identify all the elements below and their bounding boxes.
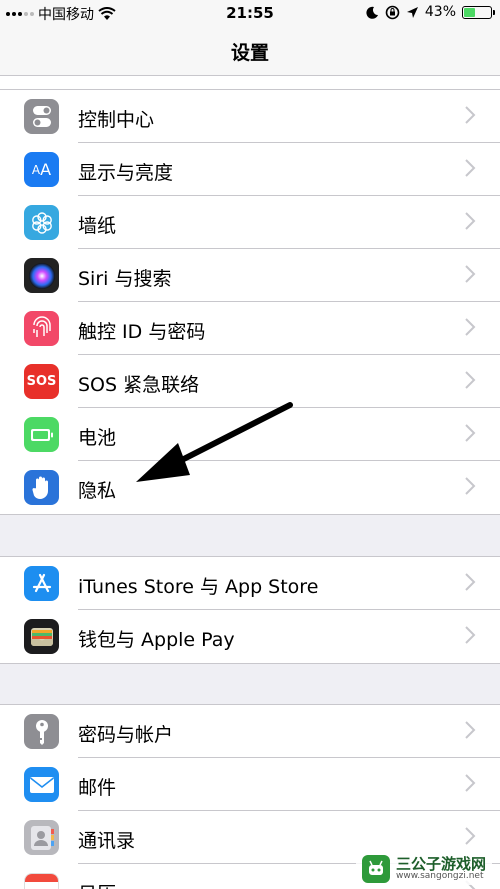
chevron-right-icon [465,159,476,177]
chevron-right-icon [465,721,476,739]
battery-icon [24,417,59,452]
rotation-lock-icon [385,5,400,19]
row-battery[interactable]: 电池 [0,408,500,461]
chevron-right-icon [465,106,476,124]
calendar-icon [24,873,59,889]
chevron-right-icon [465,827,476,845]
chevron-right-icon [465,626,476,644]
location-arrow-icon [406,6,418,18]
display-brightness-icon: AA [24,152,59,187]
row-label: 显示与亮度 [78,162,174,184]
chevron-right-icon [465,265,476,283]
watermark-title: 三公子游戏网 [395,854,486,873]
battery-icon [462,5,495,19]
watermark-logo-icon [361,855,390,883]
row-siri[interactable]: Siri 与搜索 [0,249,500,302]
row-passwords-accounts[interactable]: 密码与帐户 [0,705,500,758]
row-control-center[interactable]: 控制中心 [0,90,500,143]
navigation-bar: 设置 [0,26,500,76]
wallpaper-icon [24,205,59,240]
row-label: 隐私 [78,480,117,502]
key-icon [24,714,59,749]
contacts-icon [24,820,59,855]
chevron-right-icon [465,318,476,336]
row-label: iTunes Store 与 App Store [78,576,319,598]
row-label: 密码与帐户 [78,724,174,746]
row-sos[interactable]: SOS SOS 紧急联络 [0,355,500,408]
settings-group-2: iTunes Store 与 App Store 钱包与 Apple Pay [0,556,500,664]
app-store-icon [24,566,59,601]
row-label: SOS 紧急联络 [78,374,200,396]
wallet-icon [24,619,59,654]
control-center-icon [24,99,59,134]
status-right: 43% [366,4,495,20]
site-watermark: 三公子游戏网 www.sangongzi.net [355,853,492,885]
chevron-right-icon [465,573,476,591]
row-itunes-app-store[interactable]: iTunes Store 与 App Store [0,557,500,610]
chevron-right-icon [465,212,476,230]
row-label: 控制中心 [78,109,155,131]
page-title: 设置 [230,42,269,64]
sos-icon: SOS [24,364,59,399]
siri-icon [24,258,59,293]
row-mail[interactable]: 邮件 [0,758,500,811]
chevron-right-icon [465,424,476,442]
row-label: 邮件 [78,777,117,799]
settings-group-1: 控制中心 AA 显示与亮度 墙纸 Siri 与搜索 触控 ID 与密码 SOS … [0,89,500,515]
mail-icon [24,767,59,802]
row-display-brightness[interactable]: AA 显示与亮度 [0,143,500,196]
row-touch-id[interactable]: 触控 ID 与密码 [0,302,500,355]
row-wallpaper[interactable]: 墙纸 [0,196,500,249]
row-wallet-apple-pay[interactable]: 钱包与 Apple Pay [0,610,500,663]
do-not-disturb-moon-icon [366,6,378,19]
status-bar: 中国移动 21:55 43% [0,0,500,26]
row-label: 钱包与 Apple Pay [78,629,235,651]
privacy-hand-icon [24,470,59,505]
row-label: 电池 [78,427,117,449]
row-privacy[interactable]: 隐私 [0,461,500,514]
touch-id-icon [24,311,59,346]
watermark-url: www.sangongzi.net [395,871,484,882]
chevron-right-icon [465,371,476,389]
chevron-right-icon [465,774,476,792]
row-label: 墙纸 [78,215,117,237]
row-label: Siri 与搜索 [78,268,172,290]
sos-icon-text: SOS [26,374,57,389]
partial-row[interactable] [0,76,500,90]
row-label: 通讯录 [78,830,136,852]
row-label: 触控 ID 与密码 [78,321,206,343]
battery-percent: 43% [424,4,456,20]
chevron-right-icon [465,477,476,495]
row-label: 日历 [78,879,116,889]
settings-screen: 中国移动 21:55 43% 设置 控制中心 A A 显示与亮度 墙纸 Siri… [0,0,500,889]
